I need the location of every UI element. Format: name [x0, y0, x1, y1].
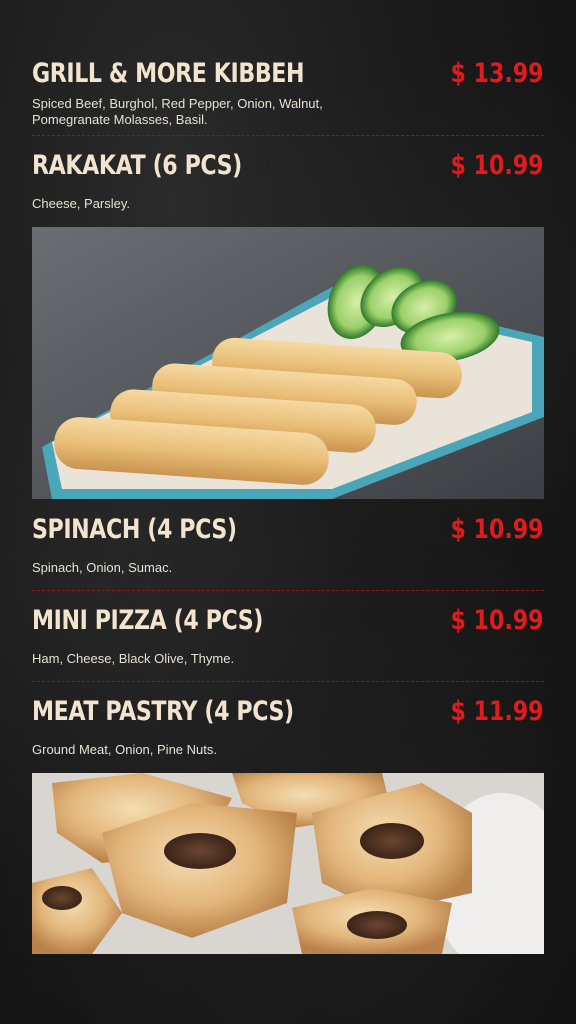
item-name: GRILL & MORE KIBBEH [32, 58, 305, 89]
item-name: RAKAKAT (6 PCS) [32, 150, 242, 181]
item-name: MINI PIZZA (4 PCS) [32, 605, 263, 636]
meat-pastry-photo [32, 773, 544, 954]
menu-item-kibbeh[interactable]: GRILL & MORE KIBBEH $ 13.99 Spiced Beef,… [32, 58, 544, 130]
item-name: SPINACH (4 PCS) [32, 514, 237, 545]
menu-item-mini-pizza[interactable]: MINI PIZZA (4 PCS) $ 10.99 Ham, Cheese, … [32, 605, 544, 669]
item-price: $ 10.99 [450, 605, 544, 636]
item-description: Ground Meat, Onion, Pine Nuts. [32, 742, 217, 757]
item-name: MEAT PASTRY (4 PCS) [32, 696, 294, 727]
menu-item-spinach[interactable]: SPINACH (4 PCS) $ 10.99 Spinach, Onion, … [32, 514, 544, 578]
rakakat-photo [32, 227, 544, 499]
item-description: Spinach, Onion, Sumac. [32, 560, 173, 575]
divider [32, 681, 544, 682]
item-price: $ 13.99 [450, 58, 544, 89]
item-description: Spiced Beef, Burghol, Red Pepper, Onion,… [32, 96, 323, 127]
item-price: $ 11.99 [450, 696, 544, 727]
item-description: Ham, Cheese, Black Olive, Thyme. [32, 651, 235, 666]
menu-item-rakakat[interactable]: RAKAKAT (6 PCS) $ 10.99 Cheese, Parsley. [32, 150, 544, 214]
menu-item-meat-pastry[interactable]: MEAT PASTRY (4 PCS) $ 11.99 Ground Meat,… [32, 696, 544, 760]
item-price: $ 10.99 [450, 150, 544, 181]
divider [32, 590, 544, 591]
item-price: $ 10.99 [450, 514, 544, 545]
divider [32, 135, 544, 136]
item-description: Cheese, Parsley. [32, 196, 131, 211]
